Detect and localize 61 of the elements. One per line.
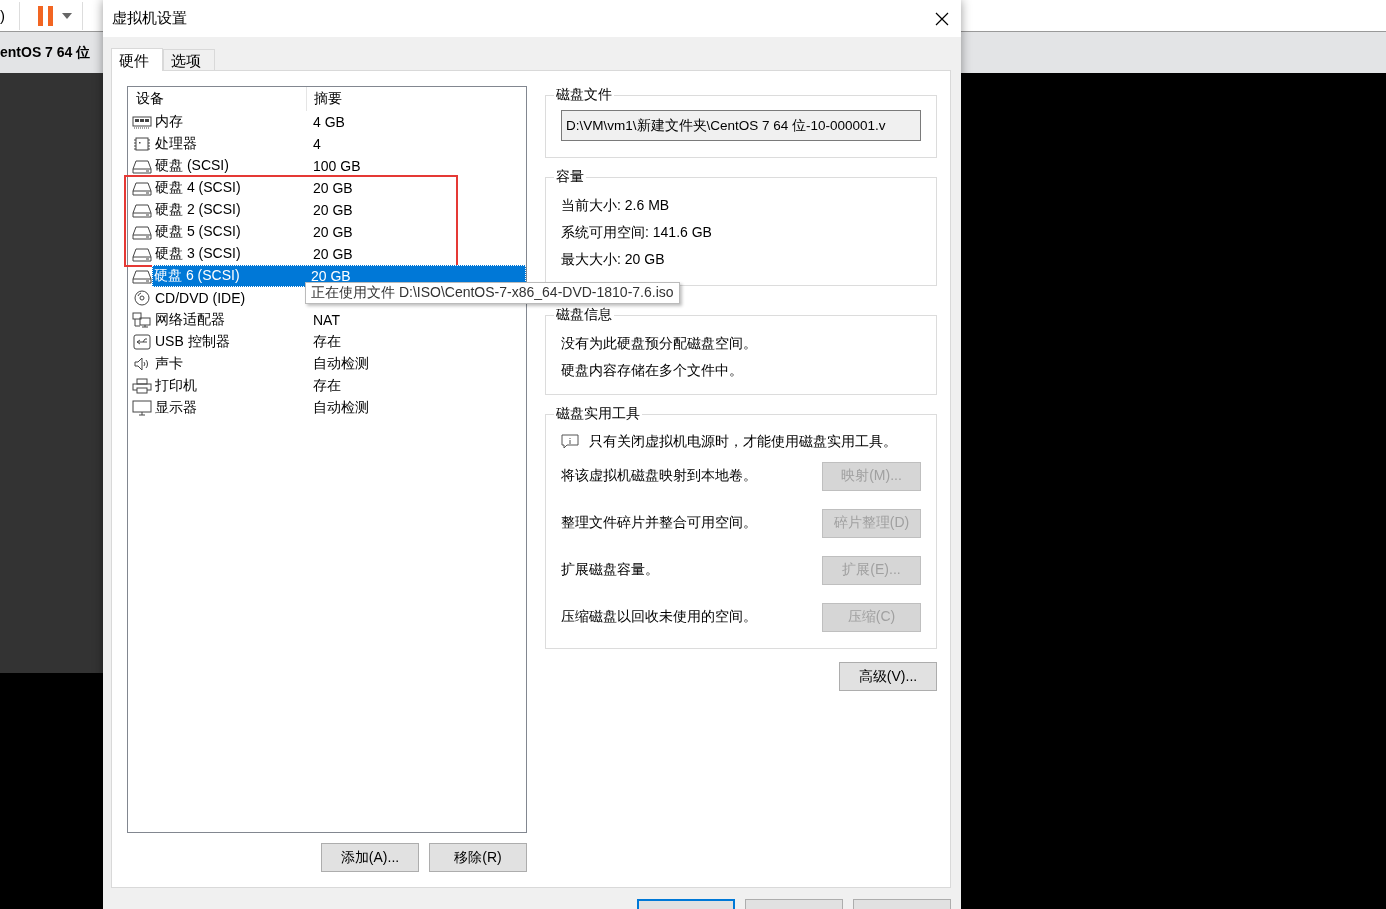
info-text: 最大大小: 20 GB bbox=[561, 250, 665, 269]
device-summary: 20 GB bbox=[312, 246, 354, 262]
tooltip: 正在使用文件 D:\ISO\CentOS-7-x86_64-DVD-1810-7.6.iso bbox=[305, 282, 680, 304]
list-button[interactable]: 移除(R) bbox=[429, 843, 527, 872]
usb-icon bbox=[132, 334, 152, 350]
action-description: 压缩磁盘以回收未使用的空间。 bbox=[561, 608, 757, 626]
group-label: 磁盘实用工具 bbox=[555, 405, 641, 423]
device-name[interactable]: 硬盘 3 (SCSI) bbox=[154, 245, 242, 263]
device-summary: 存在 bbox=[312, 333, 342, 349]
notice-text: 只有关闭虚拟机电源时，才能使用磁盘实用工具。 bbox=[589, 433, 897, 451]
device-summary: 20 GB bbox=[312, 224, 354, 240]
memory-icon bbox=[132, 114, 152, 130]
info-text: 当前大小: 2.6 MB bbox=[561, 196, 670, 215]
group-label: 磁盘信息 bbox=[555, 306, 613, 324]
device-summary: 4 bbox=[312, 136, 322, 152]
action-description: 整理文件碎片并整合可用空间。 bbox=[561, 514, 757, 532]
device-summary: 100 GB bbox=[312, 158, 362, 174]
device-name[interactable]: 显示器 bbox=[154, 399, 198, 417]
info-icon bbox=[561, 434, 579, 450]
menu-text: ) bbox=[0, 7, 5, 24]
device-summary: 自动检测 bbox=[312, 355, 370, 371]
device-name[interactable]: 硬盘 2 (SCSI) bbox=[154, 201, 242, 219]
file-path-field[interactable]: D:\VM\vm1\新建文件夹\CentOS 7 64 位-10-000001.v bbox=[561, 110, 921, 141]
window-title: 虚拟机设置 bbox=[112, 9, 187, 28]
device-summary: 20 GB bbox=[312, 202, 354, 218]
device-name[interactable]: 处理器 bbox=[154, 135, 198, 153]
list-button[interactable]: 添加(A)... bbox=[321, 843, 419, 872]
device-summary: 自动检测 bbox=[312, 399, 370, 415]
device-summary: NAT bbox=[312, 312, 341, 328]
close-icon[interactable] bbox=[935, 11, 949, 26]
info-text: 系统可用空间: 141.6 GB bbox=[561, 223, 712, 242]
device-name[interactable]: 声卡 bbox=[154, 355, 184, 373]
monitor-icon bbox=[132, 400, 152, 416]
pause-icon[interactable] bbox=[38, 5, 54, 26]
disc-icon bbox=[132, 290, 152, 306]
group-label: 容量 bbox=[555, 168, 585, 186]
device-name[interactable]: CD/DVD (IDE) bbox=[154, 290, 247, 306]
column-header[interactable]: 摘要 bbox=[314, 90, 342, 106]
advanced-button[interactable]: 高级(V)... bbox=[839, 662, 937, 691]
chip-icon bbox=[132, 136, 152, 152]
tab[interactable]: 选项 bbox=[163, 49, 215, 70]
device-name[interactable]: 硬盘 (SCSI) bbox=[154, 157, 230, 175]
info-text: 没有为此硬盘预分配磁盘空间。 bbox=[561, 334, 757, 353]
action-description: 扩展磁盘容量。 bbox=[561, 561, 659, 579]
action-description: 将该虚拟机磁盘映射到本地卷。 bbox=[561, 467, 757, 485]
printer-icon bbox=[132, 378, 152, 394]
device-name[interactable]: USB 控制器 bbox=[154, 333, 231, 351]
device-summary: 4 GB bbox=[312, 114, 346, 130]
device-name[interactable]: 硬盘 5 (SCSI) bbox=[154, 223, 242, 241]
device-name[interactable]: 硬盘 4 (SCSI) bbox=[154, 179, 242, 197]
info-text: 硬盘内容存储在多个文件中。 bbox=[561, 361, 743, 380]
device-summary: 20 GB bbox=[312, 180, 354, 196]
device-name[interactable]: 网络适配器 bbox=[154, 311, 226, 329]
group-label: 磁盘文件 bbox=[555, 86, 613, 104]
network-icon bbox=[132, 312, 152, 328]
column-header[interactable]: 设备 bbox=[136, 90, 164, 108]
device-name[interactable]: 内存 bbox=[154, 113, 184, 131]
device-name[interactable]: 打印机 bbox=[154, 377, 198, 395]
caret-icon[interactable] bbox=[62, 12, 72, 19]
device-summary: 存在 bbox=[312, 377, 342, 393]
tab[interactable]: 硬件 bbox=[111, 48, 163, 71]
